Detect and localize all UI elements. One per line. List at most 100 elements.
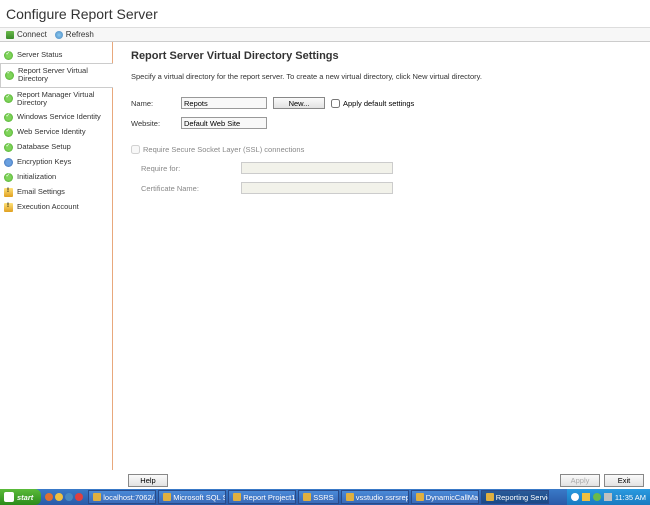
toolbar: Connect Refresh [0,28,650,42]
windows-flag-icon [4,492,14,502]
sidebar-item-6[interactable]: Encryption Keys [0,155,112,170]
status-green-icon [4,128,13,137]
taskbar-item[interactable]: vsstudio ssrsrep... [341,490,409,504]
status-blue-icon [4,158,13,167]
ssl-checkbox [131,145,140,154]
clock: 11:35 AM [615,493,646,502]
taskbar-item[interactable]: Report Project1... [228,490,296,504]
refresh-label: Refresh [66,30,94,39]
sidebar-item-2[interactable]: Report Manager Virtual Directory [0,88,112,111]
sidebar-item-label: Execution Account [17,203,79,211]
app-icon [233,493,241,501]
start-label: start [17,493,33,502]
footer-buttons: Help Apply Exit [0,474,650,487]
app-icon [163,493,171,501]
status-green-icon [4,51,13,60]
sidebar-item-1[interactable]: Report Server Virtual Directory [0,63,113,88]
cert-name-input [241,182,393,194]
website-label: Website: [131,119,181,128]
refresh-button[interactable]: Refresh [55,30,94,39]
require-for-select [241,162,393,174]
taskbar-item-label: Reporting Servic... [496,493,549,502]
status-green-icon [5,71,14,80]
ssl-label: Require Secure Socket Layer (SSL) connec… [143,145,304,154]
status-yellow-icon [4,188,13,197]
taskbar-item-label: Report Project1... [243,493,296,502]
new-button[interactable]: New... [273,97,325,109]
tray-icon[interactable] [604,493,612,501]
website-row: Website: [131,117,638,129]
exit-button[interactable]: Exit [604,474,644,487]
app-icon [346,493,354,501]
ssl-section: Require Secure Socket Layer (SSL) connec… [131,145,638,194]
system-tray: 11:35 AM [567,489,650,505]
sidebar-item-8[interactable]: Email Settings [0,185,112,200]
sidebar-item-3[interactable]: Windows Service Identity [0,110,112,125]
header-title: Configure Report Server [6,6,158,22]
cert-name-label: Certificate Name: [141,184,241,193]
app-icon [486,493,494,501]
connect-button[interactable]: Connect [6,30,47,39]
sidebar-item-9[interactable]: Execution Account [0,200,112,215]
apply-defaults-checkbox[interactable] [331,99,340,108]
sidebar: Server Status Report Server Virtual Direc… [0,42,113,470]
status-green-icon [4,94,13,103]
content-pane: Report Server Virtual Directory Settings… [113,42,650,470]
sidebar-item-7[interactable]: Initialization [0,170,112,185]
taskbar-item[interactable]: SSRS [298,490,338,504]
page-description: Specify a virtual directory for the repo… [131,72,638,81]
sidebar-item-5[interactable]: Database Setup [0,140,112,155]
taskbar-item[interactable]: Reporting Servic... [481,490,549,504]
taskbar-item-label: localhost:7062/... [103,493,156,502]
sidebar-item-label: Database Setup [17,143,71,151]
taskbar-item[interactable]: DynamicCallMas... [411,490,479,504]
taskbar-item-label: Microsoft SQL S... [173,493,226,502]
tray-icon[interactable] [593,493,601,501]
website-input[interactable] [181,117,267,129]
sidebar-item-4[interactable]: Web Service Identity [0,125,112,140]
apply-button: Apply [560,474,600,487]
ql-icon[interactable] [75,493,83,501]
status-green-icon [4,143,13,152]
apply-defaults-label: Apply default settings [343,99,414,108]
sidebar-item-label: Web Service Identity [17,128,86,136]
app-icon [303,493,311,501]
help-button[interactable]: Help [128,474,168,487]
status-green-icon [4,173,13,182]
main-area: Server Status Report Server Virtual Direc… [0,42,650,470]
tray-icon[interactable] [582,493,590,501]
sidebar-item-label: Server Status [17,51,62,59]
require-for-label: Require for: [141,164,241,173]
app-icon [93,493,101,501]
refresh-icon [55,31,63,39]
taskbar-item-label: vsstudio ssrsrep... [356,493,409,502]
ql-icon[interactable] [65,493,73,501]
ql-icon[interactable] [45,493,53,501]
sidebar-item-label: Initialization [17,173,56,181]
status-yellow-icon [4,203,13,212]
name-label: Name: [131,99,181,108]
status-green-icon [4,113,13,122]
page-heading: Report Server Virtual Directory Settings [131,50,638,62]
connect-label: Connect [17,30,47,39]
name-row: Name: New... Apply default settings [131,97,638,109]
taskbar-item-label: DynamicCallMas... [426,493,479,502]
sidebar-item-0[interactable]: Server Status [0,48,112,63]
window-header: Configure Report Server [0,0,650,28]
sidebar-item-label: Report Manager Virtual Directory [17,91,108,108]
start-button[interactable]: start [0,489,41,505]
sidebar-item-label: Encryption Keys [17,158,71,166]
taskbar: start localhost:7062/... Microsoft SQL S.… [0,489,650,505]
sidebar-item-label: Email Settings [17,188,65,196]
connect-icon [6,31,14,39]
taskbar-item-label: SSRS [313,493,333,502]
ql-icon[interactable] [55,493,63,501]
quick-launch [41,493,87,501]
tray-icon[interactable] [571,493,579,501]
taskbar-item[interactable]: localhost:7062/... [88,490,156,504]
sidebar-item-label: Windows Service Identity [17,113,101,121]
name-input[interactable] [181,97,267,109]
taskbar-item[interactable]: Microsoft SQL S... [158,490,226,504]
app-icon [416,493,424,501]
sidebar-item-label: Report Server Virtual Directory [18,67,109,84]
